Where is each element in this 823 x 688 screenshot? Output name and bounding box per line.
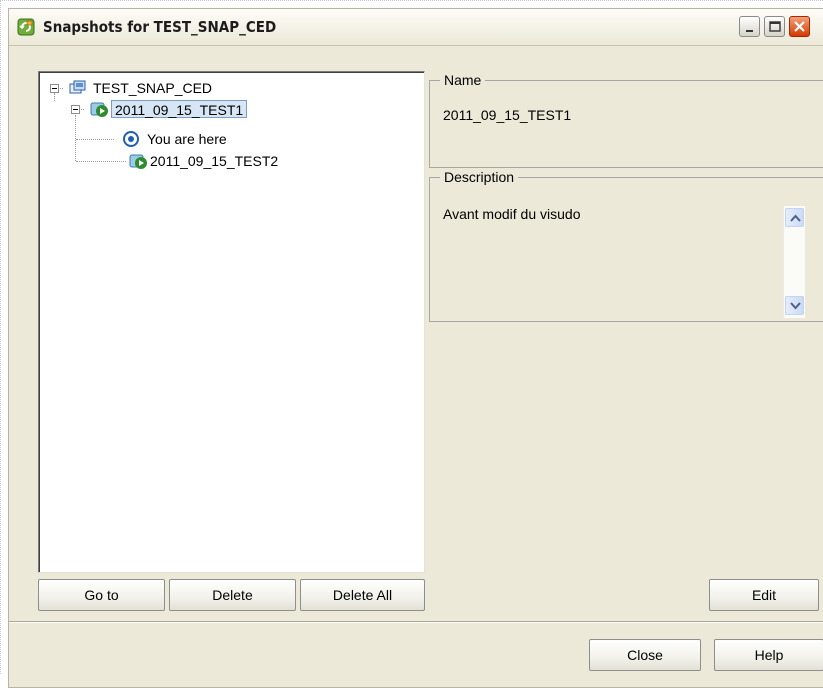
collapse-toggle-icon[interactable]	[71, 105, 80, 114]
chevron-down-icon	[790, 302, 801, 310]
minimize-button[interactable]	[739, 16, 760, 37]
edit-button[interactable]: Edit	[709, 579, 819, 611]
snapshot-tree[interactable]: TEST_SNAP_CED 2011_09_15_TEST1 You are h…	[38, 71, 425, 573]
description-group: Description Avant modif du visudo	[429, 168, 823, 322]
tree-node-vm[interactable]: TEST_SNAP_CED	[49, 78, 249, 98]
tree-node-vm-label: TEST_SNAP_CED	[93, 80, 213, 96]
footer-separator	[9, 621, 823, 623]
scroll-down-button[interactable]	[785, 296, 804, 315]
snapshot-description-value: Avant modif du visudo	[443, 206, 581, 222]
maximize-button[interactable]	[764, 16, 785, 37]
snapshot-manager-window: Snapshots for TEST_SNAP_CED TEST_SNAP_CE…	[8, 8, 823, 688]
scroll-up-button[interactable]	[785, 208, 804, 227]
go-to-button[interactable]: Go to	[38, 579, 165, 611]
tree-connector	[75, 115, 77, 161]
tree-node-you-are-here-label: You are here	[147, 131, 227, 147]
delete-button[interactable]: Delete	[169, 579, 296, 611]
tree-node-snapshot-test2[interactable]: 2011_09_15_TEST2	[128, 151, 358, 171]
name-legend: Name	[440, 71, 486, 89]
maximize-icon	[769, 21, 781, 32]
page-edge-vertical	[0, 0, 2, 674]
snapshot-name-value: 2011_09_15_TEST1	[443, 107, 572, 123]
virtual-machine-icon	[69, 80, 86, 94]
snapshot-icon	[129, 154, 147, 169]
description-legend: Description	[440, 168, 519, 186]
description-scrollbar[interactable]	[783, 206, 805, 318]
collapse-toggle-icon[interactable]	[50, 84, 59, 93]
tree-connector	[76, 139, 114, 141]
delete-all-button[interactable]: Delete All	[300, 579, 425, 611]
tree-node-snapshot-test2-label: 2011_09_15_TEST2	[150, 153, 279, 169]
vm-snapshot-icon	[17, 18, 35, 36]
tree-node-you-are-here[interactable]: You are here	[119, 129, 319, 149]
close-window-button[interactable]	[789, 16, 810, 37]
help-button[interactable]: Help	[714, 639, 823, 671]
close-button[interactable]: Close	[589, 639, 701, 671]
window-title: Snapshots for TEST_SNAP_CED	[43, 18, 277, 36]
tree-connector	[76, 161, 126, 163]
page-edge-horizontal	[0, 0, 823, 2]
tree-node-snapshot-test1-label: 2011_09_15_TEST1	[111, 100, 248, 118]
minimize-icon	[746, 30, 753, 32]
title-bar[interactable]: Snapshots for TEST_SNAP_CED	[9, 9, 823, 46]
close-icon	[794, 21, 805, 32]
tree-node-snapshot-test1[interactable]: 2011_09_15_TEST1	[71, 99, 301, 119]
chevron-up-icon	[790, 214, 801, 222]
you-are-here-icon	[123, 131, 139, 147]
name-group: Name 2011_09_15_TEST1	[429, 71, 823, 168]
snapshot-icon	[90, 102, 108, 117]
